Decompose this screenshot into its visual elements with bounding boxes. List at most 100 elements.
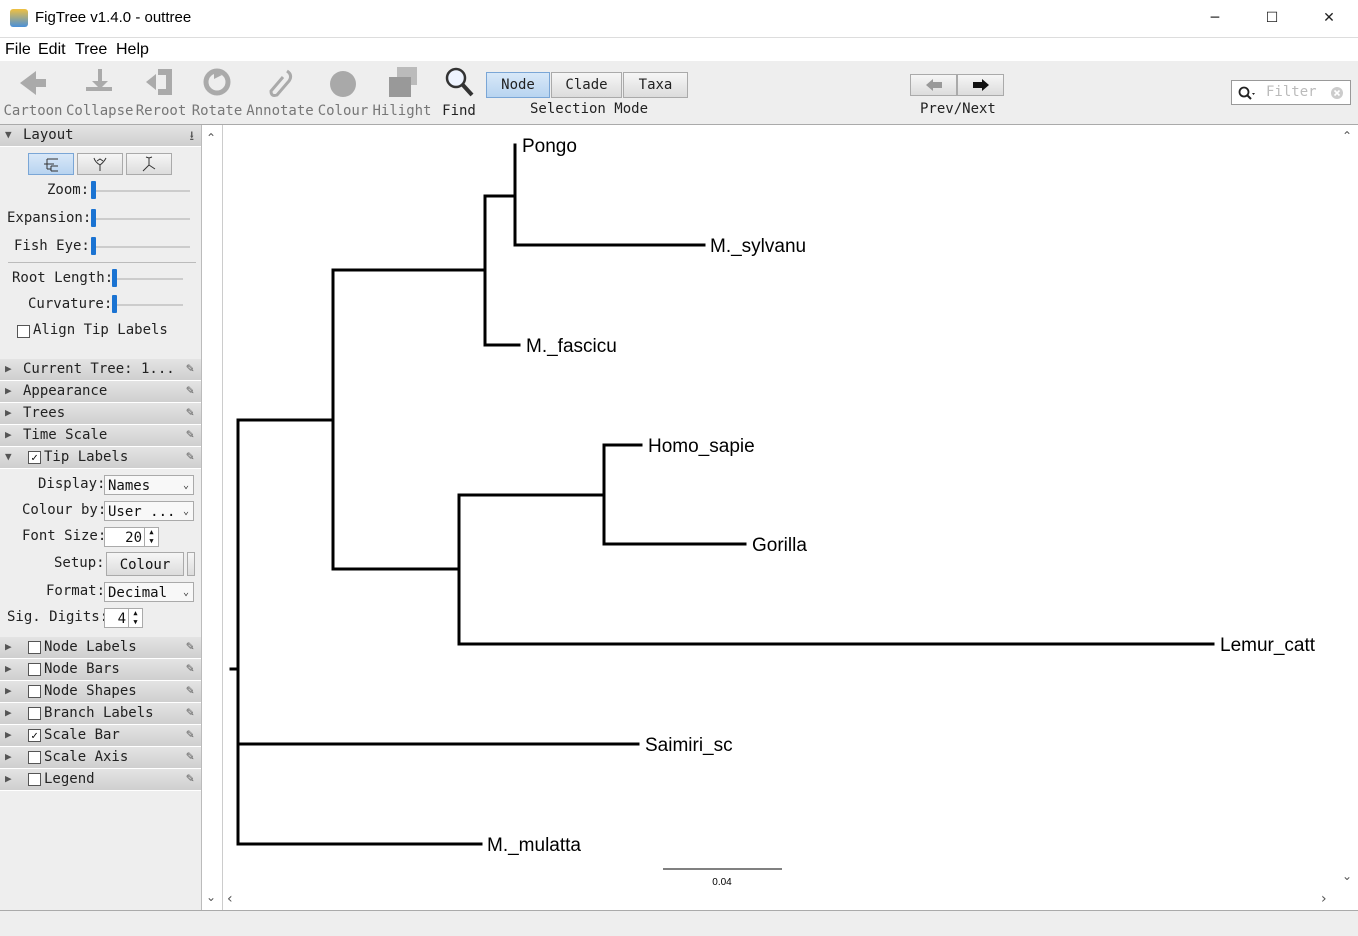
tip-label-homo[interactable]: Homo_sapie [648, 436, 755, 457]
colour-button[interactable]: Colour [316, 61, 370, 124]
menu-help[interactable]: Help [116, 41, 149, 59]
scale-bar-checkbox[interactable]: ✓ [28, 729, 41, 742]
fisheye-slider[interactable] [91, 237, 96, 255]
display-select[interactable]: Names ⌄ [104, 475, 194, 495]
pin-icon[interactable]: ✎ [186, 683, 194, 698]
tip-labels-checkbox[interactable]: ✓ [28, 451, 41, 464]
section-branch-labels-header[interactable]: ▶ Branch Labels ✎ [0, 703, 201, 725]
maximize-button[interactable]: ☐ [1243, 0, 1301, 36]
format-select[interactable]: Decimal ⌄ [104, 582, 194, 602]
scroll-left-icon[interactable]: ‹ [227, 891, 233, 907]
zoom-slider-track[interactable] [92, 190, 190, 192]
setup-extra-button[interactable] [187, 552, 195, 576]
rectangular-layout-button[interactable] [28, 153, 74, 175]
scale-axis-checkbox[interactable] [28, 751, 41, 764]
polar-layout-button[interactable] [77, 153, 123, 175]
prev-button[interactable] [910, 74, 957, 96]
minimize-button[interactable]: ─ [1186, 0, 1244, 36]
node-shapes-checkbox[interactable] [28, 685, 41, 698]
branch-labels-checkbox[interactable] [28, 707, 41, 720]
rotate-button[interactable]: Rotate [190, 61, 244, 124]
pin-icon[interactable]: ✎ [186, 639, 194, 654]
pin-icon[interactable]: ✎ [186, 405, 194, 420]
title-bar: FigTree v1.4.0 - outtree ─ ☐ ✕ [0, 0, 1358, 36]
scroll-down-icon[interactable]: ⌄ [1342, 869, 1352, 883]
colour-by-select[interactable]: User ... ⌄ [104, 501, 194, 521]
find-button[interactable]: Find [436, 61, 482, 124]
tip-label-pongo[interactable]: Pongo [522, 136, 577, 157]
section-node-bars-header[interactable]: ▶ Node Bars ✎ [0, 659, 201, 681]
close-button[interactable]: ✕ [1300, 0, 1358, 36]
next-button[interactable] [957, 74, 1004, 96]
pin-icon[interactable]: ✎ [186, 749, 194, 764]
section-current-tree-header[interactable]: ▶ Current Tree: 1... ✎ [0, 359, 201, 381]
font-size-spinner[interactable]: 20 ▲ ▼ [104, 527, 159, 547]
pin-icon[interactable]: ✎ [186, 771, 194, 786]
section-trees-header[interactable]: ▶ Trees ✎ [0, 403, 201, 425]
radial-layout-button[interactable] [126, 153, 172, 175]
spinner-arrows-icon[interactable]: ▲ ▼ [144, 528, 158, 546]
annotate-button[interactable]: Annotate [246, 61, 314, 124]
pin-icon[interactable]: ⭳ [189, 127, 194, 149]
curvature-slider-track[interactable] [113, 304, 183, 306]
node-bars-checkbox[interactable] [28, 663, 41, 676]
pin-icon[interactable]: ✎ [186, 727, 194, 742]
section-scale-axis-header[interactable]: ▶ Scale Axis ✎ [0, 747, 201, 769]
expansion-slider-track[interactable] [92, 218, 190, 220]
tree-horizontal-scrollbar[interactable]: ‹ › [223, 890, 1337, 909]
pin-icon[interactable]: ✎ [186, 705, 194, 720]
tip-label-sylvanu[interactable]: M._sylvanu [710, 236, 806, 257]
spinner-arrows-icon[interactable]: ▲ ▼ [128, 609, 142, 627]
section-time-scale-header[interactable]: ▶ Time Scale ✎ [0, 425, 201, 447]
section-appearance-header[interactable]: ▶ Appearance ✎ [0, 381, 201, 403]
menu-file[interactable]: File [5, 41, 31, 59]
mode-taxa-button[interactable]: Taxa [623, 72, 688, 98]
tip-label-mulatta[interactable]: M._mulatta [487, 835, 581, 856]
clear-icon[interactable] [1330, 86, 1344, 100]
section-layout-header[interactable]: ▼ Layout ⭳ [0, 125, 201, 147]
pin-icon[interactable]: ✎ [186, 449, 194, 464]
fisheye-slider-track[interactable] [92, 246, 190, 248]
menu-edit[interactable]: Edit [38, 41, 66, 59]
zoom-slider[interactable] [91, 181, 96, 199]
legend-checkbox[interactable] [28, 773, 41, 786]
sidebar-scrollbar[interactable]: ⌃ ⌄ [202, 125, 223, 911]
mode-node-button[interactable]: Node [486, 72, 550, 98]
sig-digits-spinner[interactable]: 4 ▲ ▼ [104, 608, 143, 628]
collapse-button[interactable]: Collapse [66, 61, 133, 124]
section-legend-header[interactable]: ▶ Legend ✎ [0, 769, 201, 791]
root-length-slider[interactable] [112, 269, 117, 287]
section-scale-bar-header[interactable]: ▶ ✓ Scale Bar ✎ [0, 725, 201, 747]
section-node-labels-header[interactable]: ▶ Node Labels ✎ [0, 637, 201, 659]
section-tip-labels-label: Tip Labels [44, 449, 129, 465]
tip-label-fascicu[interactable]: M._fascicu [526, 336, 617, 357]
scroll-up-icon[interactable]: ⌃ [206, 131, 216, 145]
menu-tree[interactable]: Tree [75, 41, 107, 59]
tree-vertical-scrollbar[interactable]: ⌃ ⌄ [1337, 125, 1357, 890]
mode-clade-button[interactable]: Clade [551, 72, 622, 98]
pin-icon[interactable]: ✎ [186, 361, 194, 376]
expansion-slider[interactable] [91, 209, 96, 227]
expanded-arrow-icon: ▼ [5, 450, 12, 463]
setup-colour-button[interactable]: Colour [106, 552, 184, 576]
filter-field[interactable]: Filter [1231, 80, 1351, 105]
pin-icon[interactable]: ✎ [186, 661, 194, 676]
align-tip-labels-checkbox[interactable] [17, 325, 30, 338]
node-labels-checkbox[interactable] [28, 641, 41, 654]
curvature-slider[interactable] [112, 295, 117, 313]
tip-label-lemur[interactable]: Lemur_catt [1220, 635, 1316, 656]
tree-canvas[interactable]: Pongo M._sylvanu M._fascicu Homo_sapie G… [223, 125, 1337, 890]
tip-label-gorilla[interactable]: Gorilla [752, 535, 807, 556]
scroll-up-icon[interactable]: ⌃ [1342, 129, 1352, 143]
scroll-right-icon[interactable]: › [1321, 891, 1327, 907]
cartoon-button[interactable]: Cartoon [2, 61, 64, 124]
tip-label-saimiri[interactable]: Saimiri_sc [645, 735, 733, 756]
pin-icon[interactable]: ✎ [186, 427, 194, 442]
section-tip-labels-header[interactable]: ▼ ✓ Tip Labels ✎ [0, 447, 201, 469]
pin-icon[interactable]: ✎ [186, 383, 194, 398]
reroot-button[interactable]: Reroot [134, 61, 188, 124]
root-length-slider-track[interactable] [113, 278, 183, 280]
section-node-shapes-header[interactable]: ▶ Node Shapes ✎ [0, 681, 201, 703]
hilight-button[interactable]: Hilight [372, 61, 432, 124]
scroll-down-icon[interactable]: ⌄ [206, 890, 216, 904]
